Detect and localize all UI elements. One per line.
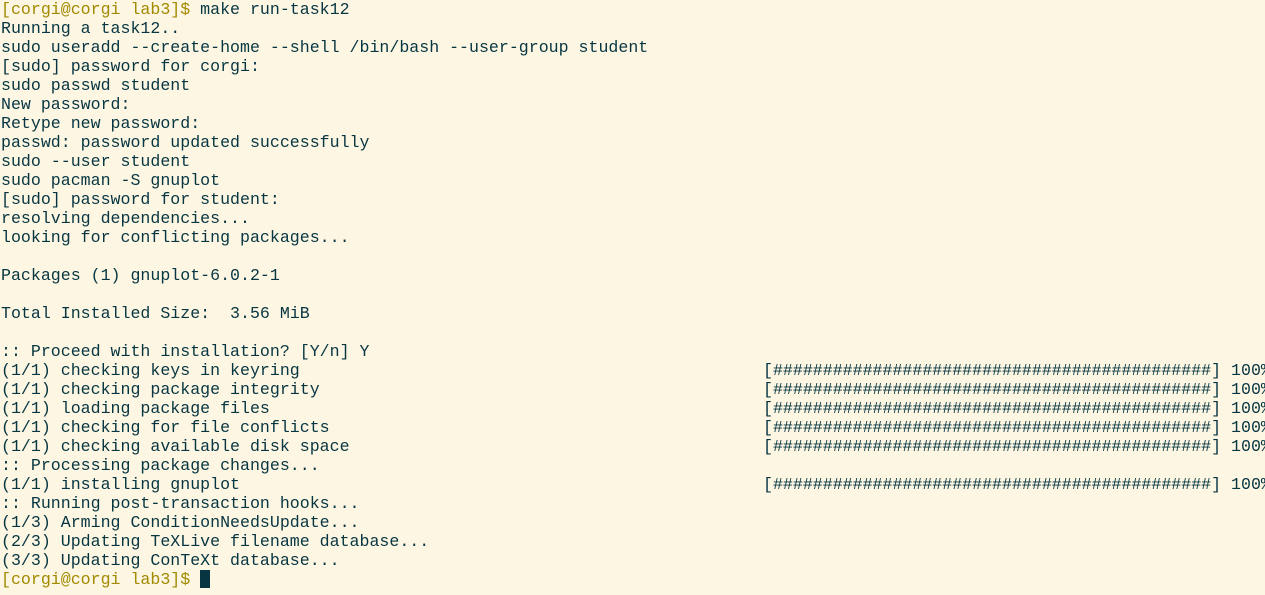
progress-bar-hashes: [#######################################… xyxy=(763,380,1222,399)
progress-label: (1/1) loading package files xyxy=(1,399,270,418)
shell-prompt: [corgi@corgi lab3]$ xyxy=(1,0,191,19)
progress-line: (1/1) checking available disk space [####… xyxy=(1,437,1265,456)
output-line: [sudo] password for corgi: xyxy=(1,57,260,76)
output-line: passwd: password updated successfully xyxy=(1,133,370,152)
command-text: make run-task12 xyxy=(200,0,350,19)
output-line: Total Installed Size: 3.56 MiB xyxy=(1,304,310,323)
shell-prompt: [corgi@corgi lab3]$ xyxy=(1,570,191,589)
progress-line: (1/1) checking keys in keyring [#########… xyxy=(1,361,1265,380)
install-progress-line: (1/1) installing gnuplot [###############… xyxy=(1,475,1265,494)
output-line: sudo useradd --create-home --shell /bin/… xyxy=(1,38,649,57)
progress-bar: [#######################################… xyxy=(763,475,1265,494)
output-line: Packages (1) gnuplot-6.0.2-1 xyxy=(1,266,280,285)
progress-percent: 100% xyxy=(1231,399,1265,418)
progress-percent: 100% xyxy=(1231,475,1265,494)
text-cursor[interactable] xyxy=(200,570,211,588)
progress-label: (1/1) checking available disk space xyxy=(1,437,350,456)
output-line: sudo passwd student xyxy=(1,76,191,95)
output-line: sudo pacman -S gnuplot xyxy=(1,171,221,190)
hook-line: (3/3) Updating ConTeXt database... xyxy=(1,551,340,570)
hook-line: :: Running post-transaction hooks... xyxy=(1,494,360,513)
output-line: sudo --user student xyxy=(1,152,191,171)
hook-line: (1/3) Arming ConditionNeedsUpdate... xyxy=(1,513,360,532)
progress-percent: 100% xyxy=(1231,380,1265,399)
progress-bar: [#######################################… xyxy=(763,361,1265,380)
output-line: [sudo] password for student: xyxy=(1,190,280,209)
output-line: Retype new password: xyxy=(1,114,201,133)
output-line: Running a task12.. xyxy=(1,19,181,38)
progress-percent: 100% xyxy=(1231,437,1265,456)
progress-bar: [#######################################… xyxy=(763,380,1265,399)
progress-label: (1/1) checking keys in keyring xyxy=(1,361,300,380)
progress-bar-hashes: [#######################################… xyxy=(763,399,1222,418)
progress-bar: [#######################################… xyxy=(763,437,1265,456)
output-line: resolving dependencies... xyxy=(1,209,250,228)
processing-line: :: Processing package changes... xyxy=(1,456,320,475)
progress-bar: [#######################################… xyxy=(763,399,1265,418)
progress-percent: 100% xyxy=(1231,361,1265,380)
output-line: :: Proceed with installation? [Y/n] Y xyxy=(1,342,370,361)
progress-line: (1/1) loading package files [############… xyxy=(1,399,1265,418)
command-line: [corgi@corgi lab3]$ make run-task12 xyxy=(1,0,350,19)
terminal-window[interactable]: [corgi@corgi lab3]$ make run-task12 Runni… xyxy=(0,0,1265,595)
progress-bar-hashes: [#######################################… xyxy=(763,361,1222,380)
output-line: New password: xyxy=(1,95,131,114)
output-line: looking for conflicting packages... xyxy=(1,228,350,247)
progress-line: (1/1) checking for file conflicts [######… xyxy=(1,418,1265,437)
progress-bar-hashes: [#######################################… xyxy=(763,475,1222,494)
progress-bar: [#######################################… xyxy=(763,418,1265,437)
progress-percent: 100% xyxy=(1231,418,1265,437)
progress-label: (1/1) checking package integrity xyxy=(1,380,320,399)
progress-line: (1/1) checking package integrity [#######… xyxy=(1,380,1265,399)
progress-bar-hashes: [#######################################… xyxy=(763,437,1222,456)
progress-bar-hashes: [#######################################… xyxy=(763,418,1222,437)
active-prompt-line: [corgi@corgi lab3]$ xyxy=(1,570,211,589)
hook-line: (2/3) Updating TeXLive filename database… xyxy=(1,532,430,551)
progress-label: (1/1) installing gnuplot xyxy=(1,475,240,494)
progress-label: (1/1) checking for file conflicts xyxy=(1,418,330,437)
